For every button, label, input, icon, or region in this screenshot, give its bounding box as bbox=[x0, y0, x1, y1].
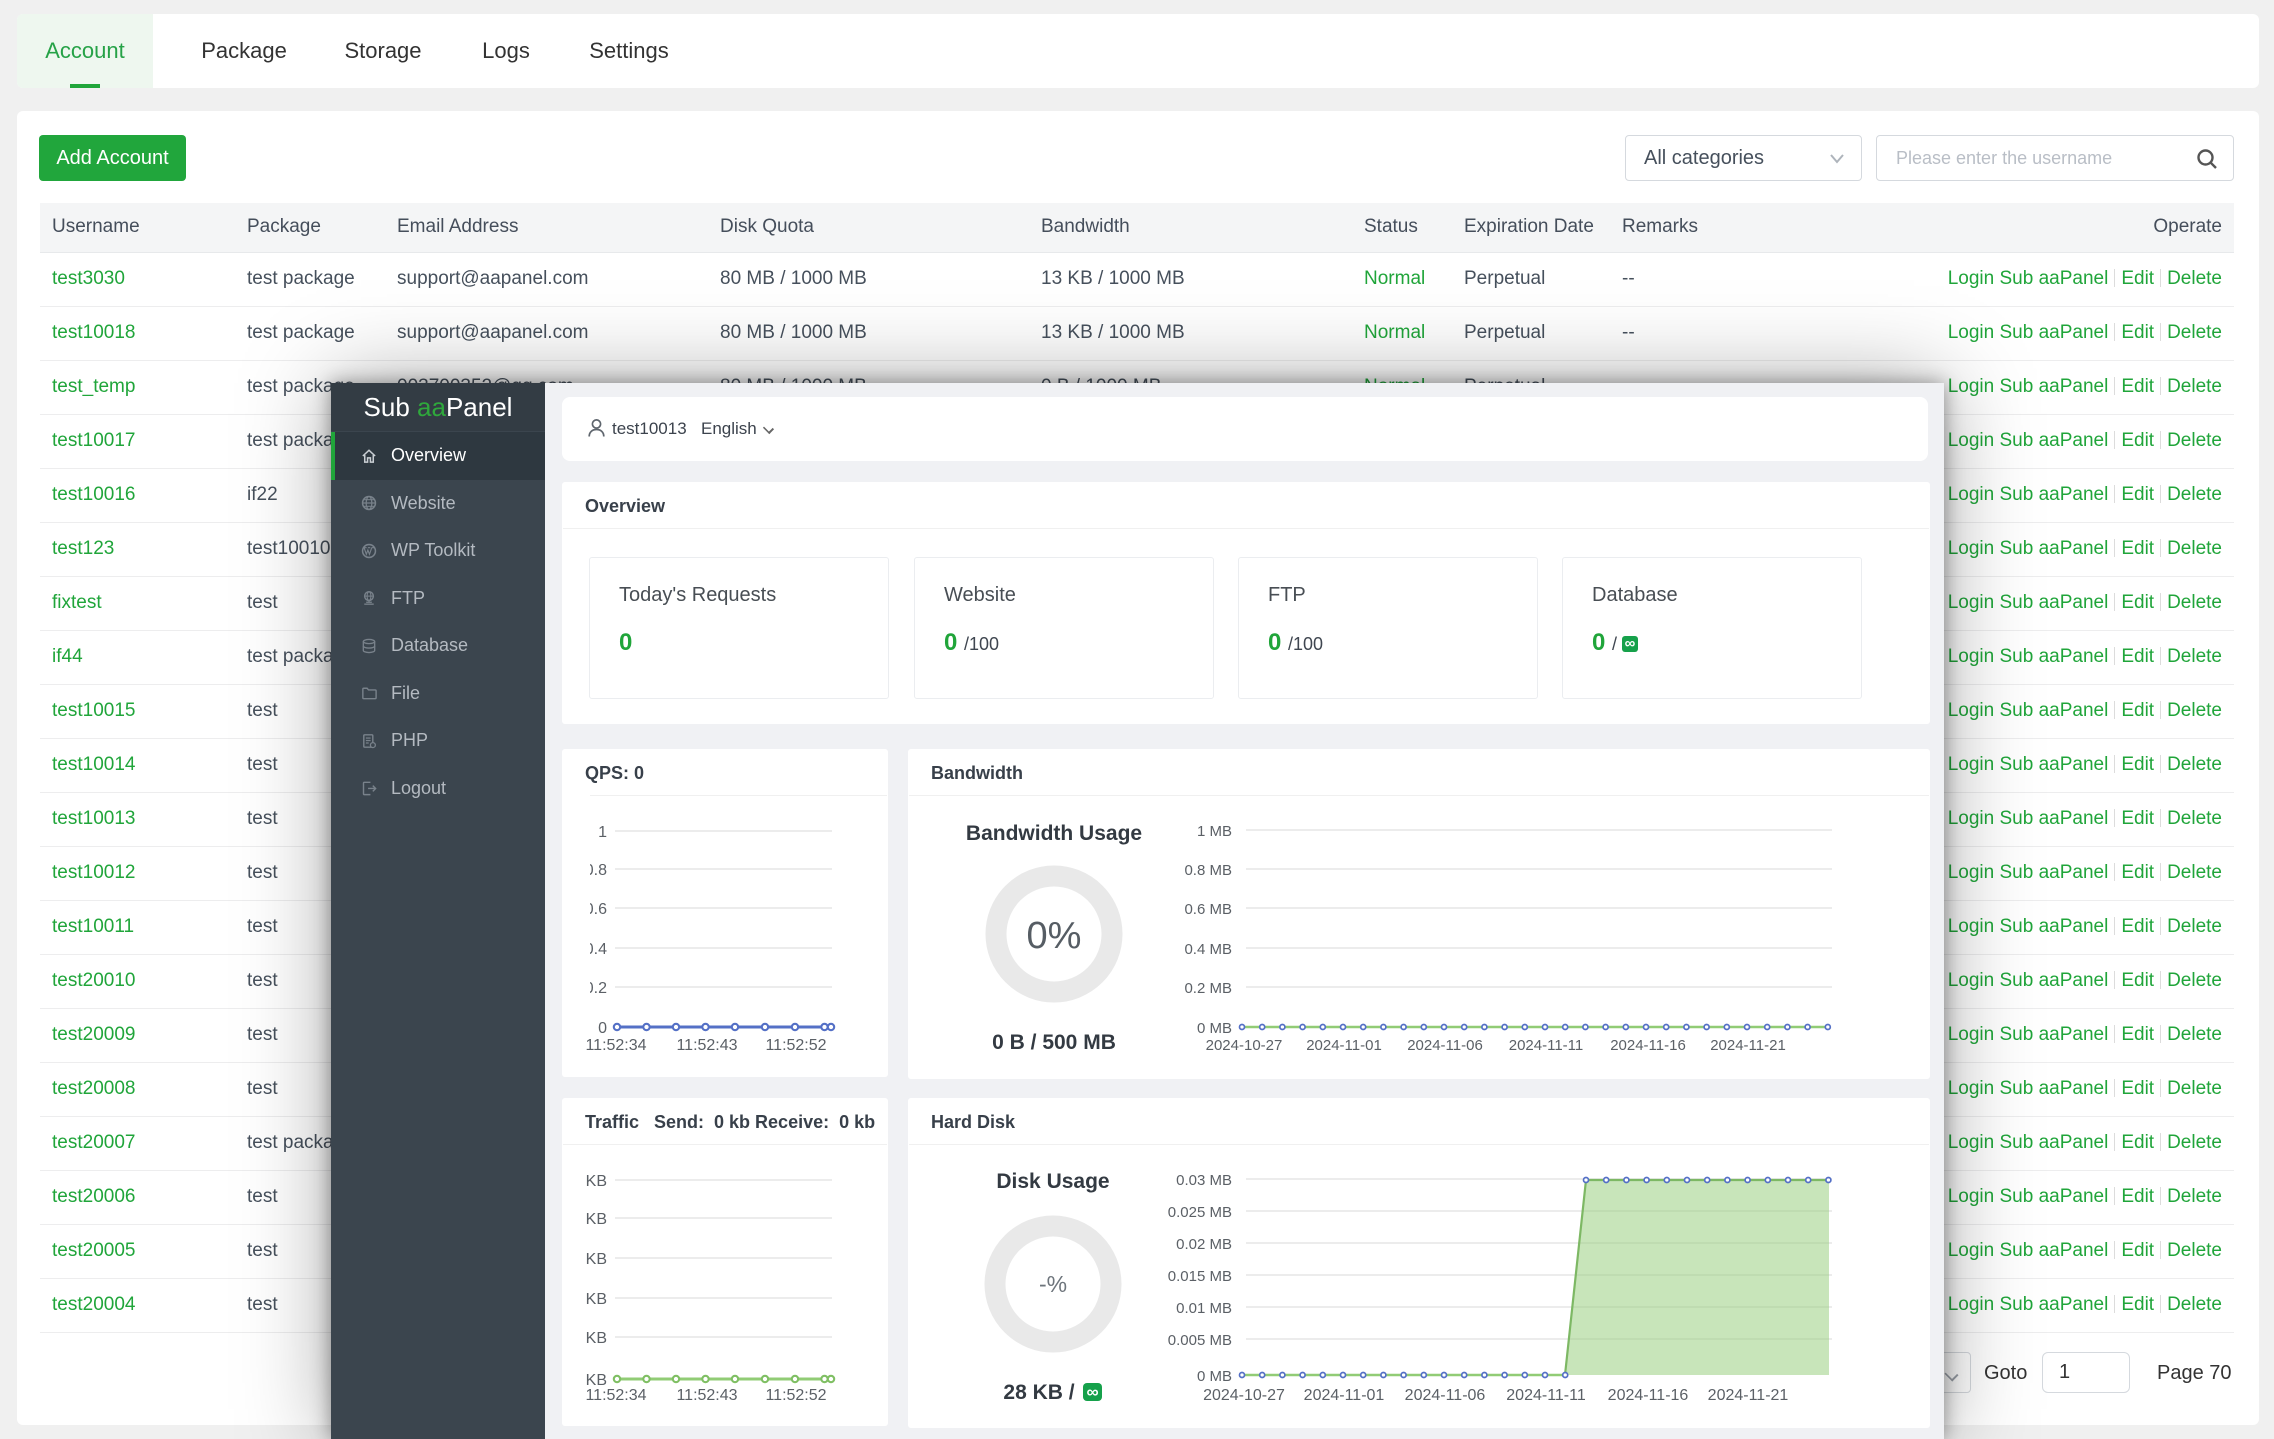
svg-text:2024-11-21: 2024-11-21 bbox=[1708, 1387, 1789, 1404]
svg-text:2024-11-01: 2024-11-01 bbox=[1304, 1387, 1385, 1404]
svg-text:2024-11-01: 2024-11-01 bbox=[1306, 1037, 1382, 1054]
svg-text:Disk Usage: Disk Usage bbox=[996, 1170, 1109, 1193]
svg-text:0%: 0% bbox=[1027, 915, 1082, 957]
svg-text:0.2 MB: 0.2 MB bbox=[1184, 980, 1232, 997]
svg-text:0 MB: 0 MB bbox=[1197, 1020, 1232, 1037]
svg-text:0.01 MB: 0.01 MB bbox=[1176, 1300, 1232, 1317]
svg-text:0.03 MB: 0.03 MB bbox=[1176, 1172, 1232, 1189]
svg-text:11:52:52: 11:52:52 bbox=[765, 1387, 826, 1404]
svg-text:0: 0 bbox=[598, 1020, 607, 1037]
svg-text:0.025 MB: 0.025 MB bbox=[1168, 1204, 1232, 1221]
svg-text:0.015 MB: 0.015 MB bbox=[1168, 1268, 1232, 1285]
svg-text:2024-11-11: 2024-11-11 bbox=[1509, 1037, 1584, 1054]
svg-text:2024-11-11: 2024-11-11 bbox=[1506, 1387, 1586, 1404]
svg-text:11:52:34: 11:52:34 bbox=[585, 1037, 646, 1054]
svg-text:2024-11-16: 2024-11-16 bbox=[1608, 1387, 1689, 1404]
svg-text:11:52:52: 11:52:52 bbox=[765, 1037, 826, 1054]
svg-text:0 B / 500 MB: 0 B / 500 MB bbox=[992, 1031, 1116, 1054]
svg-text:∞: ∞ bbox=[1086, 1383, 1098, 1402]
svg-text:Bandwidth Usage: Bandwidth Usage bbox=[966, 822, 1142, 845]
svg-text:2024-10-27: 2024-10-27 bbox=[1203, 1387, 1285, 1404]
svg-text:KB: KB bbox=[586, 1251, 607, 1268]
svg-text:KB: KB bbox=[586, 1211, 607, 1228]
svg-text:11:52:43: 11:52:43 bbox=[676, 1037, 737, 1054]
svg-text:11:52:34: 11:52:34 bbox=[585, 1387, 646, 1404]
svg-text:1: 1 bbox=[598, 824, 607, 841]
svg-text:0.6 MB: 0.6 MB bbox=[1184, 901, 1232, 918]
svg-text:2024-11-06: 2024-11-06 bbox=[1407, 1037, 1483, 1054]
svg-text:0.005 MB: 0.005 MB bbox=[1168, 1332, 1232, 1349]
svg-text:KB: KB bbox=[586, 1330, 607, 1347]
svg-text:11:52:43: 11:52:43 bbox=[676, 1387, 737, 1404]
svg-text:2024-11-21: 2024-11-21 bbox=[1710, 1037, 1786, 1054]
svg-text:1 MB: 1 MB bbox=[1197, 823, 1232, 840]
svg-text:0.4 MB: 0.4 MB bbox=[1184, 941, 1232, 958]
svg-text:KB: KB bbox=[586, 1173, 607, 1190]
svg-text:2024-11-06: 2024-11-06 bbox=[1405, 1387, 1486, 1404]
svg-text:0 MB: 0 MB bbox=[1197, 1368, 1232, 1385]
svg-text:28 KB /: 28 KB / bbox=[1003, 1381, 1074, 1404]
svg-text:0.02 MB: 0.02 MB bbox=[1176, 1236, 1232, 1253]
svg-text:0.8 MB: 0.8 MB bbox=[1184, 862, 1232, 879]
svg-text:-%: -% bbox=[1039, 1271, 1067, 1297]
svg-text:2024-11-16: 2024-11-16 bbox=[1610, 1037, 1686, 1054]
svg-text:2024-10-27: 2024-10-27 bbox=[1206, 1037, 1283, 1054]
svg-text:KB: KB bbox=[586, 1291, 607, 1308]
